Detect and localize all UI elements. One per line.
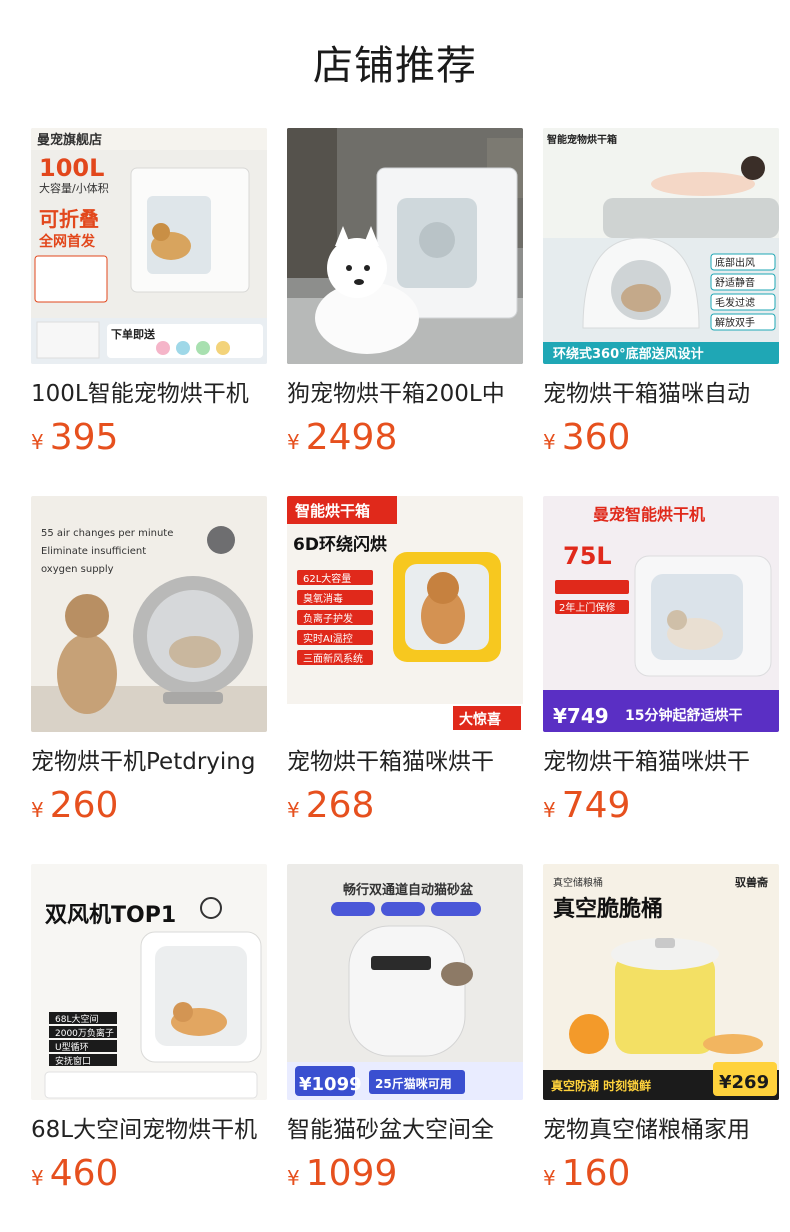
product-card[interactable]: 双风机TOP1 68L大空间 2000万负离子 U型循环 安抚窗口 68L大空间… [31, 864, 267, 1204]
image-caption: 全网首发 [38, 233, 96, 250]
product-card[interactable]: 真空储粮桶 驭兽斋 真空脆脆桶 真空防潮 时刻锁鲜 ¥269 宠物真空储粮桶家用… [543, 864, 779, 1204]
image-caption: 可折叠 [39, 207, 99, 231]
currency-symbol: ¥ [31, 798, 44, 822]
price-value: 260 [49, 785, 119, 826]
product-card[interactable]: 智能宠物烘干箱 底部出风 舒适静音 毛发过滤 解放双手 环绕式360°底部送风设… [543, 128, 779, 468]
product-card[interactable]: 狗宠物烘干箱200L中 ¥2498 [287, 128, 523, 468]
product-price: ¥2498 [287, 414, 397, 462]
image-caption: 100L [39, 154, 104, 182]
image-caption: Eliminate insufficient [41, 546, 146, 557]
price-value: 1099 [305, 1153, 398, 1194]
image-caption: 双风机TOP1 [45, 903, 176, 928]
currency-symbol: ¥ [31, 430, 44, 454]
image-caption: 底部出风 [715, 256, 755, 269]
product-image[interactable]: 智能烘干箱 6D环绕闪烘 62L大容量 臭氧消毒 负离子护发 实时AI温控 三面… [287, 496, 523, 732]
currency-symbol: ¥ [287, 798, 300, 822]
price-value: 2498 [305, 417, 398, 458]
image-caption: ¥269 [719, 1072, 769, 1093]
image-caption: 62L大容量 [303, 572, 351, 585]
product-name[interactable]: 宠物烘干机Petdrying [31, 746, 271, 778]
image-caption: 臭氧消毒 [303, 592, 343, 605]
image-caption: ¥749 [553, 704, 609, 728]
image-caption: 安抚窗口 [55, 1055, 91, 1067]
product-price: ¥260 [31, 782, 118, 830]
currency-symbol: ¥ [287, 430, 300, 454]
image-caption: ¥1099 [299, 1074, 362, 1095]
product-price: ¥160 [543, 1150, 630, 1198]
product-price: ¥1099 [287, 1150, 397, 1198]
product-name[interactable]: 智能猫砂盆大空间全 [287, 1114, 527, 1146]
image-caption: 真空储粮桶 [553, 876, 603, 889]
product-name[interactable]: 100L智能宠物烘干机 [31, 378, 271, 410]
product-card[interactable]: 畅行双通道自动猫砂盆 ¥1099 25斤猫咪可用 智能猫砂盆大空间全 ¥1099 [287, 864, 523, 1204]
product-card[interactable]: 曼宠旗舰店 100L 大容量/小体积 可折叠 全网首发 下单即送 100L智能宠… [31, 128, 267, 468]
product-name[interactable]: 狗宠物烘干箱200L中 [287, 378, 527, 410]
image-caption: oxygen supply [41, 564, 114, 575]
currency-symbol: ¥ [543, 1166, 556, 1190]
product-name[interactable]: 68L大空间宠物烘干机 [31, 1114, 271, 1146]
product-price: ¥360 [543, 414, 630, 462]
price-value: 395 [49, 417, 119, 458]
currency-symbol: ¥ [287, 1166, 300, 1190]
image-caption: 2年上门保修 [559, 601, 615, 614]
price-value: 460 [49, 1153, 119, 1194]
product-name[interactable]: 宠物烘干箱猫咪烘干 [287, 746, 527, 778]
image-caption: 真空脆脆桶 [553, 896, 663, 922]
price-value: 160 [561, 1153, 631, 1194]
product-image[interactable]: 畅行双通道自动猫砂盆 ¥1099 25斤猫咪可用 [287, 864, 523, 1100]
price-value: 268 [305, 785, 375, 826]
image-caption: 智能烘干箱 [295, 502, 370, 520]
image-caption: 解放双手 [715, 316, 755, 329]
product-image[interactable] [287, 128, 523, 364]
product-card[interactable]: 曼宠智能烘干机 75L 2年上门保修 ¥749 15分钟起舒适烘干 宠物烘干箱猫… [543, 496, 779, 836]
image-caption: 三面新风系统 [303, 652, 363, 665]
page-title: 店铺推荐 [313, 43, 477, 89]
image-caption: 55 air changes per minute [41, 528, 173, 539]
image-caption: 25斤猫咪可用 [375, 1076, 452, 1091]
currency-symbol: ¥ [543, 798, 556, 822]
image-caption: 智能宠物烘干箱 [547, 133, 617, 146]
product-price: ¥749 [543, 782, 630, 830]
product-image[interactable]: 真空储粮桶 驭兽斋 真空脆脆桶 真空防潮 时刻锁鲜 ¥269 [543, 864, 779, 1100]
product-image[interactable]: 55 air changes per minute Eliminate insu… [31, 496, 267, 732]
currency-symbol: ¥ [543, 430, 556, 454]
image-caption: 真空防潮 时刻锁鲜 [551, 1078, 651, 1093]
image-caption: 大惊喜 [459, 711, 501, 728]
image-caption: U型循环 [55, 1041, 89, 1053]
image-caption: 15分钟起舒适烘干 [625, 707, 742, 724]
product-image[interactable]: 双风机TOP1 68L大空间 2000万负离子 U型循环 安抚窗口 [31, 864, 267, 1100]
image-caption: 75L [563, 542, 612, 570]
image-caption: 下单即送 [111, 327, 156, 341]
product-price: ¥268 [287, 782, 374, 830]
product-card[interactable]: 智能烘干箱 6D环绕闪烘 62L大容量 臭氧消毒 负离子护发 实时AI温控 三面… [287, 496, 523, 836]
image-caption: 曼宠旗舰店 [37, 132, 102, 148]
image-caption: 畅行双通道自动猫砂盆 [343, 882, 474, 898]
price-value: 749 [561, 785, 631, 826]
image-caption: 2000万负离子 [55, 1027, 114, 1039]
product-image[interactable]: 曼宠旗舰店 100L 大容量/小体积 可折叠 全网首发 下单即送 [31, 128, 267, 364]
product-card[interactable]: 55 air changes per minute Eliminate insu… [31, 496, 267, 836]
image-caption: 大容量/小体积 [39, 181, 109, 195]
image-caption: 环绕式360°底部送风设计 [553, 346, 704, 362]
image-caption: 实时AI温控 [303, 632, 353, 645]
image-caption: 68L大空间 [55, 1013, 98, 1025]
product-price: ¥460 [31, 1150, 118, 1198]
product-image[interactable]: 曼宠智能烘干机 75L 2年上门保修 ¥749 15分钟起舒适烘干 [543, 496, 779, 732]
image-caption: 毛发过滤 [715, 296, 755, 309]
image-caption: 曼宠智能烘干机 [593, 505, 705, 524]
price-value: 360 [561, 417, 631, 458]
image-caption: 舒适静音 [715, 276, 755, 289]
image-caption: 驭兽斋 [735, 875, 769, 889]
image-caption: 6D环绕闪烘 [293, 534, 387, 555]
currency-symbol: ¥ [31, 1166, 44, 1190]
product-image[interactable]: 智能宠物烘干箱 底部出风 舒适静音 毛发过滤 解放双手 环绕式360°底部送风设… [543, 128, 779, 364]
product-name[interactable]: 宠物烘干箱猫咪自动 [543, 378, 783, 410]
product-name[interactable]: 宠物真空储粮桶家用 [543, 1114, 783, 1146]
product-price: ¥395 [31, 414, 118, 462]
product-name[interactable]: 宠物烘干箱猫咪烘干 [543, 746, 783, 778]
image-caption: 负离子护发 [303, 612, 353, 625]
